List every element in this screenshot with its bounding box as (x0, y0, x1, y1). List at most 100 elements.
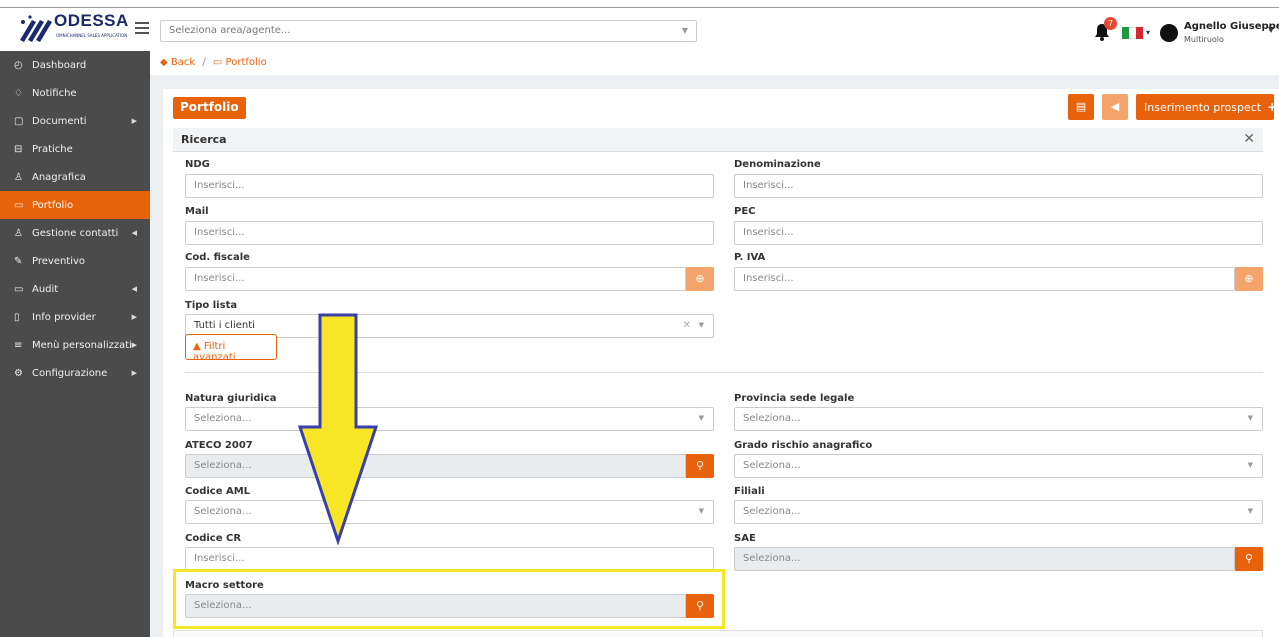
piva-label: P. IVA (734, 252, 766, 263)
provincia-label: Provincia sede legale (734, 393, 855, 404)
area-agent-select[interactable]: Seleziona area/agente... ▼ (160, 20, 697, 42)
user-menu-caret-icon[interactable]: ▼ (1268, 25, 1274, 34)
breadcrumb: ◆ Back / ▭ Portfolio (150, 51, 1279, 75)
sidebar-item-documenti[interactable]: ▢ Documenti ▶ (0, 107, 150, 135)
advanced-filters-button[interactable]: ▲ Filtri avanzati (185, 334, 277, 363)
natura-giuridica-select[interactable]: Seleziona... ▼ (185, 407, 714, 431)
sidebar-item-pratiche[interactable]: ⊟ Pratiche (0, 135, 150, 163)
chevron-left-icon: ◀ (131, 229, 137, 237)
menu-icon: ≡ (14, 339, 23, 351)
chevron-right-icon: ▶ (131, 369, 137, 377)
chevron-left-icon: ◀ (131, 285, 137, 293)
tipo-lista-value: Tutti i clienti (194, 320, 255, 331)
tipo-lista-label: Tipo lista (185, 300, 238, 311)
sae-search-button[interactable]: ⚲ (1235, 547, 1263, 571)
ndg-input[interactable]: Inserisci... (185, 174, 714, 198)
codice-aml-select[interactable]: Seleziona... ▼ (185, 500, 714, 524)
breadcrumb-current: ▭ Portfolio (212, 57, 267, 68)
sidebar-item-label: Info provider (32, 311, 96, 323)
export-document-button[interactable]: ▤ (1068, 94, 1094, 120)
logo-subtitle: OMNICHANNEL SALES APPLICATION (56, 33, 128, 38)
sidebar-item-label: Audit (32, 283, 59, 295)
sidebar-item-preventivo[interactable]: ✎ Preventivo (0, 247, 150, 275)
sidebar-item-dashboard[interactable]: ◴ Dashboard (0, 51, 150, 79)
sidebar-item-notifiche[interactable]: ♢ Notifiche (0, 79, 150, 107)
page-title: Portfolio (173, 97, 246, 119)
pec-input[interactable]: Inserisci... (734, 221, 1263, 245)
cod-fiscale-input[interactable]: Inserisci... (185, 267, 686, 291)
notification-badge: 7 (1104, 17, 1117, 30)
ateco-search-button[interactable]: ⚲ (686, 454, 714, 478)
mail-label: Mail (185, 206, 209, 217)
chevron-right-icon: ▶ (131, 341, 137, 349)
sidebar-item-menu-personalizzati[interactable]: ≡ Menù personalizzati ▶ (0, 331, 150, 359)
chevron-down-icon: ▼ (698, 507, 704, 515)
italian-flag-icon[interactable] (1122, 27, 1143, 39)
chevron-right-icon: ▶ (131, 117, 137, 125)
sae-input[interactable]: Seleziona... (734, 547, 1235, 571)
language-caret-icon[interactable]: ▾ (1146, 28, 1150, 37)
chevron-down-icon: ▼ (681, 26, 688, 35)
user-name[interactable]: Agnello Giuseppe (1184, 21, 1279, 32)
codice-cr-placeholder: Inserisci... (194, 553, 245, 564)
natura-giuridica-label: Natura giuridica (185, 393, 277, 404)
pec-placeholder: Inserisci... (743, 227, 794, 238)
filiali-placeholder: Seleziona... (743, 506, 801, 517)
denominazione-label: Denominazione (734, 159, 821, 170)
users-icon: ♙ (14, 227, 23, 239)
piva-search-button[interactable]: ⊕ (1235, 267, 1263, 291)
denominazione-input[interactable]: Inserisci... (734, 174, 1263, 198)
close-icon[interactable]: ✕ (1243, 131, 1255, 147)
codice-cr-label: Codice CR (185, 533, 242, 544)
logo-mark-icon (20, 15, 52, 42)
grado-rischio-placeholder: Seleziona... (743, 460, 801, 471)
search-icon: ⚲ (1244, 552, 1254, 565)
add-prospect-button[interactable]: Inserimento prospect + (1136, 94, 1278, 120)
sidebar-item-label: Portfolio (32, 199, 74, 211)
provincia-select[interactable]: Seleziona... ▼ (734, 407, 1263, 431)
sidebar-item-configurazione[interactable]: ⚙ Configurazione ▶ (0, 359, 150, 387)
back-link[interactable]: ◆ Back (160, 57, 195, 68)
macro-settore-placeholder: Seleziona... (194, 600, 252, 611)
macro-settore-search-button[interactable]: ⚲ (686, 594, 714, 618)
divider (185, 372, 1263, 373)
filiali-select[interactable]: Seleziona... ▼ (734, 500, 1263, 524)
clear-icon[interactable]: ✕ (683, 320, 691, 331)
top-border (0, 7, 1279, 8)
sidebar-item-anagrafica[interactable]: ♙ Anagrafica (0, 163, 150, 191)
mail-input[interactable]: Inserisci... (185, 221, 714, 245)
user-avatar-icon[interactable] (1160, 24, 1178, 42)
folder-icon: ⊟ (14, 143, 23, 155)
megaphone-icon: ◀ (1110, 100, 1120, 113)
logo[interactable]: ODESSA OMNICHANNEL SALES APPLICATION (18, 11, 130, 48)
macro-settore-input[interactable]: Seleziona... (185, 594, 686, 618)
filiali-label: Filiali (734, 486, 765, 497)
macro-settore-label: Macro settore (185, 580, 264, 591)
chevron-down-icon: ▼ (1247, 461, 1253, 469)
sidebar-item-audit[interactable]: ▭ Audit ◀ (0, 275, 150, 303)
natura-giuridica-placeholder: Seleziona... (194, 413, 252, 424)
file-icon: ▯ (14, 311, 20, 323)
logo-text: ODESSA (54, 11, 129, 30)
grado-rischio-label: Grado rischio anagrafico (734, 440, 873, 451)
user-icon: ♙ (14, 171, 23, 183)
codice-cr-input[interactable]: Inserisci... (185, 547, 714, 571)
ateco-input[interactable]: Seleziona... (185, 454, 686, 478)
breadcrumb-current-label: Portfolio (225, 57, 267, 68)
piva-input[interactable]: Inserisci... (734, 267, 1235, 291)
ateco-placeholder: Seleziona... (194, 460, 252, 471)
sidebar-item-portfolio[interactable]: ▭ Portfolio (0, 191, 150, 219)
grado-rischio-select[interactable]: Seleziona... ▼ (734, 454, 1263, 478)
search-plus-icon: ⊕ (695, 272, 705, 285)
area-agent-placeholder: Seleziona area/agente... (169, 25, 291, 36)
search-icon: ⚲ (695, 459, 705, 472)
campaign-button[interactable]: ◀ (1102, 94, 1128, 120)
results-panel-edge (173, 630, 1263, 637)
codice-aml-label: Codice AML (185, 486, 251, 497)
sidebar-item-info-provider[interactable]: ▯ Info provider ▶ (0, 303, 150, 331)
plus-icon: + (1267, 100, 1278, 114)
cod-fiscale-search-button[interactable]: ⊕ (686, 267, 714, 291)
sidebar-item-label: Menù personalizzati (32, 339, 132, 351)
menu-toggle-icon[interactable] (135, 22, 149, 34)
sidebar-item-gestione-contatti[interactable]: ♙ Gestione contatti ◀ (0, 219, 150, 247)
